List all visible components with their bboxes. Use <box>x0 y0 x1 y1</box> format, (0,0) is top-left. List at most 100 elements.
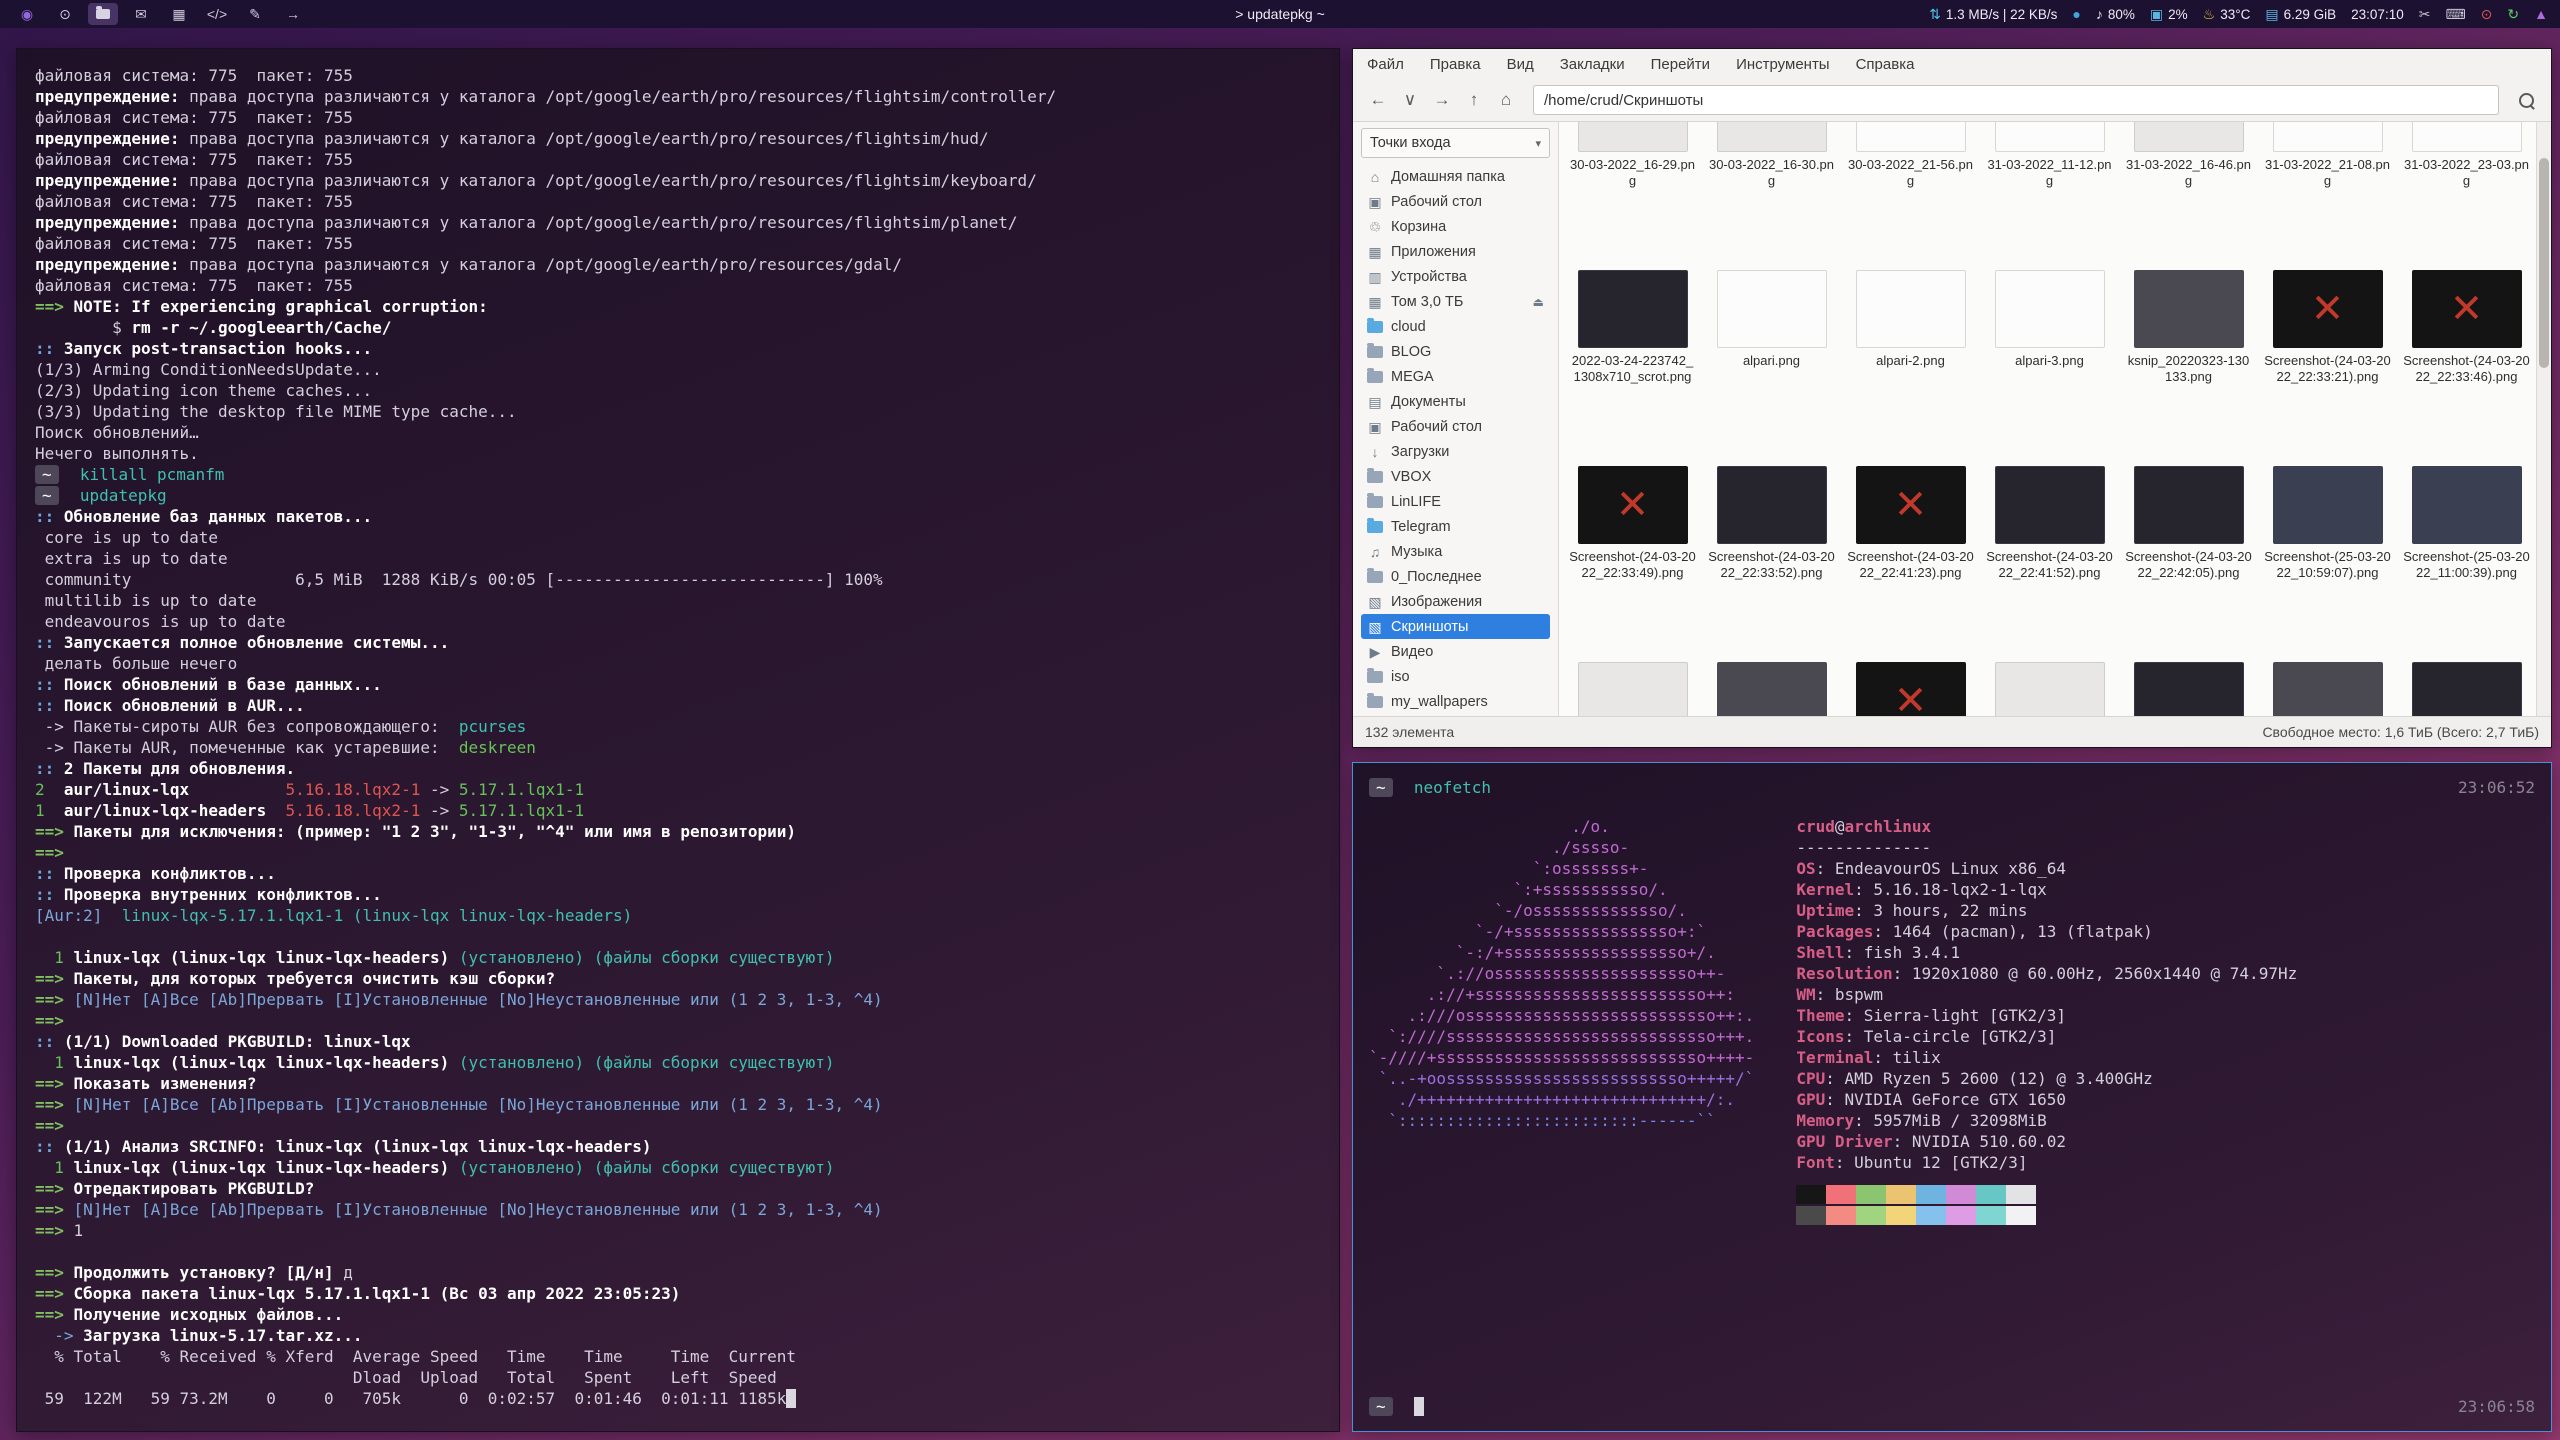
file-name: 30-03-2022_21-56.png <box>1847 157 1975 189</box>
file-item[interactable]: 2022-03-24-223742_1308x710_scrot.png <box>1563 270 1702 430</box>
sidebar-item-BLOG[interactable]: BLOG <box>1361 339 1550 364</box>
sidebar-item-my_wallpapers[interactable]: my_wallpapers <box>1361 689 1550 714</box>
sidebar-item-Видео[interactable]: ▶Видео <box>1361 639 1550 664</box>
sidebar-item-0_Последнее[interactable]: 0_Последнее <box>1361 564 1550 589</box>
file-item[interactable]: Screenshot-(24-03-2022_22:42:05).png <box>2119 466 2258 626</box>
sidebar-item-cloud[interactable]: cloud <box>1361 314 1550 339</box>
menu-item-Правка[interactable]: Правка <box>1430 56 1481 73</box>
file-item[interactable]: 31-03-2022_16-46.png <box>2119 122 2258 234</box>
sidebar-item-Музыка[interactable]: ♫Музыка <box>1361 539 1550 564</box>
code-icon[interactable]: </> <box>202 3 232 25</box>
edit-icon[interactable]: ✎ <box>240 3 270 25</box>
power-icon[interactable]: ⊙ <box>50 3 80 25</box>
file-item[interactable]: Screenshot-(24-03-2022_22:33:52).png <box>1702 466 1841 626</box>
folder-icon <box>1367 696 1383 708</box>
file-item[interactable]: ✕Screenshot-(24-03-2022_22:41:23).png <box>1841 466 1980 626</box>
file-item[interactable]: Screenshot-(25-03-2022_11:00:39).png <box>2397 466 2536 626</box>
menu-item-Инструменты[interactable]: Инструменты <box>1736 56 1830 73</box>
file-item[interactable] <box>2397 662 2536 716</box>
file-item[interactable] <box>1702 662 1841 716</box>
memory[interactable]: ▤6.29 GiB <box>2265 7 2336 22</box>
volume[interactable]: ♪80% <box>2096 7 2135 22</box>
home-button[interactable]: ⌂ <box>1491 85 1521 115</box>
temperature[interactable]: ♨33°C <box>2203 7 2251 22</box>
file-item[interactable] <box>2119 662 2258 716</box>
sidebar-item-MEGA[interactable]: MEGA <box>1361 364 1550 389</box>
file-item[interactable]: 30-03-2022_21-56.png <box>1841 122 1980 234</box>
places-mode-dropdown[interactable]: Точки входа ▾ <box>1361 128 1550 158</box>
file-item[interactable]: alpari.png <box>1702 270 1841 430</box>
file-item[interactable]: 31-03-2022_11-12.png <box>1980 122 2119 234</box>
file-item[interactable]: ✕ <box>1841 662 1980 716</box>
clock[interactable]: 23:07:10 <box>2351 7 2404 22</box>
up-button[interactable]: ↑ <box>1459 85 1489 115</box>
file-view[interactable]: 30-03-2022_16-29.png30-03-2022_16-30.png… <box>1559 122 2551 716</box>
file-item[interactable]: ksnip_20220323-130133.png <box>2119 270 2258 430</box>
path-input[interactable]: /home/crud/Скриншоты <box>1533 85 2499 115</box>
launcher-icon[interactable]: ◉ <box>12 3 42 25</box>
file-item[interactable]: 31-03-2022_23-03.png <box>2397 122 2536 234</box>
file-item[interactable] <box>2258 662 2397 716</box>
chat-icon[interactable]: ✉ <box>126 3 156 25</box>
sidebar-item-Telegram[interactable]: Telegram <box>1361 514 1550 539</box>
forward-button[interactable]: → <box>1427 85 1457 115</box>
file-item[interactable]: 30-03-2022_16-29.png <box>1563 122 1702 234</box>
sidebar-item-Приложения[interactable]: ▦Приложения <box>1361 239 1550 264</box>
file-item[interactable]: 30-03-2022_16-30.png <box>1702 122 1841 234</box>
trash-icon: ♲ <box>1367 220 1383 234</box>
sidebar-item-Документы[interactable]: ▤Документы <box>1361 389 1550 414</box>
power-menu[interactable]: ⊙ <box>2481 7 2493 21</box>
file-item[interactable]: ✕Screenshot-(24-03-2022_22:33:49).png <box>1563 466 1702 626</box>
eject-icon[interactable]: ⏏ <box>1533 295 1544 309</box>
history-button[interactable]: ∨ <box>1395 85 1425 115</box>
screenshot[interactable]: ✂ <box>2419 7 2431 21</box>
menu-item-Вид[interactable]: Вид <box>1507 56 1534 73</box>
file-item[interactable]: alpari-2.png <box>1841 270 1980 430</box>
sidebar-item-Загрузки[interactable]: ↓Загрузки <box>1361 439 1550 464</box>
sidebar-item-LinLIFE[interactable]: LinLIFE <box>1361 489 1550 514</box>
keyboard[interactable]: ⌨ <box>2445 7 2465 21</box>
menu-item-Закладки[interactable]: Закладки <box>1560 56 1625 73</box>
file-item[interactable]: alpari-3.png <box>1980 270 2119 430</box>
file-item[interactable]: Screenshot-(24-03-2022_22:41:52).png <box>1980 466 2119 626</box>
sidebar-item-Скриншоты[interactable]: ▧Скриншоты <box>1361 614 1550 639</box>
updates[interactable]: ↻ <box>2507 7 2519 21</box>
sidebar-item-Корзина[interactable]: ♲Корзина <box>1361 214 1550 239</box>
file-manager-window[interactable]: Файл Правка Вид Закладки Перейти Инструменты С… <box>1352 48 2552 748</box>
file-item[interactable]: 31-03-2022_21-08.png <box>2258 122 2397 234</box>
sidebar-item-iso[interactable]: iso <box>1361 664 1550 689</box>
network-speed[interactable]: ⇅1.3 MB/s | 22 KB/s <box>1929 7 2057 22</box>
sidebar-item-Рабочий стол[interactable]: ▣Рабочий стол <box>1361 414 1550 439</box>
sidebar-item-Изображения[interactable]: ▧Изображения <box>1361 589 1550 614</box>
menu-item-Файл[interactable]: Файл <box>1367 56 1404 73</box>
sidebar-item-Рабочий стол[interactable]: ▣Рабочий стол <box>1361 189 1550 214</box>
search-button[interactable] <box>2511 85 2541 115</box>
files-icon[interactable] <box>88 3 118 25</box>
ascii-art-line: `-/+sssssssssssssssso+:` <box>1369 921 1754 942</box>
panel-toggle[interactable]: ▲ <box>2534 7 2548 21</box>
file-item[interactable]: Screenshot-(25-03-2022_10:59:07).png <box>2258 466 2397 626</box>
sidebar-item-Том 3,0 ТБ[interactable]: ▦Том 3,0 ТБ⏏ <box>1361 289 1550 314</box>
scrollbar[interactable] <box>2536 122 2551 716</box>
terminal-line: предупреждение: права доступа различаютс… <box>35 86 1321 107</box>
file-item[interactable] <box>1563 662 1702 716</box>
sidebar-item-Домашняя папка[interactable]: ⌂Домашняя папка <box>1361 164 1550 189</box>
sidebar-item-Устройства[interactable]: ▥Устройства <box>1361 264 1550 289</box>
file-thumbnail <box>1995 466 2105 544</box>
cpu[interactable]: ▣2% <box>2150 7 2188 22</box>
launch-icon[interactable]: → <box>278 3 308 25</box>
vpn[interactable]: ● <box>2072 7 2080 21</box>
file-item[interactable] <box>1980 662 2119 716</box>
neofetch-output: ./o. ./sssso- `:osssssss+- `:+ssssssssss… <box>1369 816 2535 1227</box>
sidebar-item-VBOX[interactable]: VBOX <box>1361 464 1550 489</box>
terminal-window-updatepkg[interactable]: файловая система: 775 пакет: 755предупре… <box>16 48 1340 1432</box>
back-button[interactable]: ← <box>1363 85 1393 115</box>
menu-item-Перейти[interactable]: Перейти <box>1651 56 1710 73</box>
terminal-window-neofetch[interactable]: ~ neofetch 23:06:52 ./o. ./sssso- `:osss… <box>1352 762 2552 1432</box>
apps-grid-icon[interactable]: ▦ <box>164 3 194 25</box>
file-item[interactable]: ✕Screenshot-(24-03-2022_22:33:21).png <box>2258 270 2397 430</box>
file-item[interactable]: ✕Screenshot-(24-03-2022_22:33:46).png <box>2397 270 2536 430</box>
scrollbar-thumb[interactable] <box>2539 158 2549 368</box>
menu-item-Справка[interactable]: Справка <box>1856 56 1915 73</box>
shell-prompt[interactable]: ~ <box>1369 1396 2535 1417</box>
